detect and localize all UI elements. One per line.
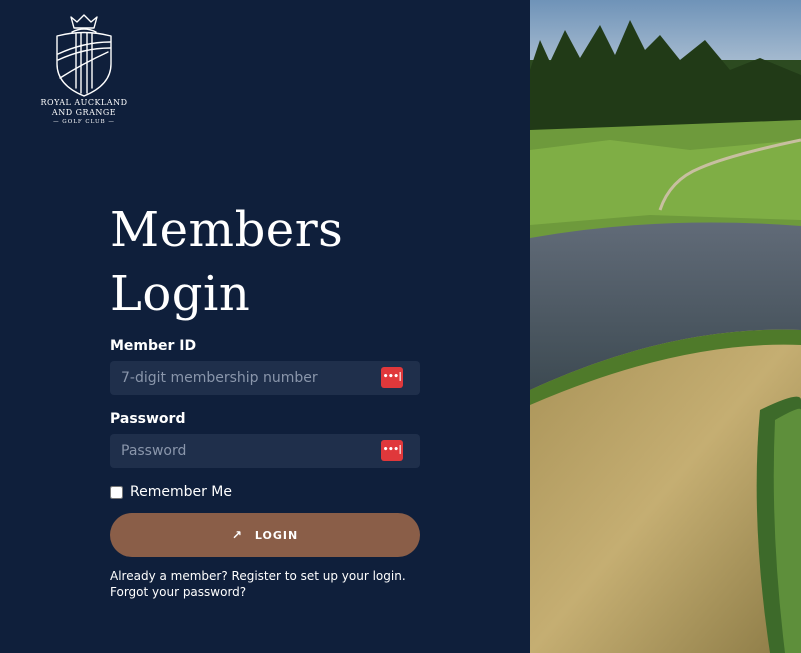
password-field-wrapper: •••|	[110, 434, 420, 468]
help-links: Already a member? Register to set up you…	[110, 568, 406, 600]
logo-text-line1: ROYAL AUCKLAND	[40, 98, 128, 107]
login-button[interactable]: ↗ LOGIN	[110, 513, 420, 557]
golf-course-image	[530, 0, 801, 653]
member-id-label: Member ID	[110, 338, 197, 354]
page-title-line1: Members	[110, 202, 344, 258]
remember-me-label: Remember Me	[130, 484, 232, 500]
password-input[interactable]	[110, 434, 381, 468]
password-manager-icon[interactable]: •••|	[381, 440, 403, 461]
page-title: Members Login	[110, 198, 343, 326]
login-button-label: LOGIN	[254, 528, 299, 542]
page-title-line2: Login	[110, 266, 251, 322]
password-label: Password	[110, 411, 186, 427]
member-id-field-wrapper: •••|	[110, 361, 420, 395]
password-manager-icon[interactable]: •••|	[381, 367, 403, 388]
remember-me-checkbox[interactable]	[110, 485, 123, 499]
member-id-input[interactable]	[110, 361, 381, 395]
remember-me[interactable]: Remember Me	[110, 484, 232, 500]
logo-text-line3: — GOLF CLUB —	[53, 119, 115, 125]
crest-icon	[56, 14, 112, 97]
login-panel: ROYAL AUCKLAND AND GRANGE — GOLF CLUB — …	[0, 0, 530, 653]
login-page: ROYAL AUCKLAND AND GRANGE — GOLF CLUB — …	[0, 0, 801, 653]
register-link[interactable]: Already a member? Register to set up you…	[110, 568, 406, 584]
golf-course-photo	[530, 0, 801, 653]
club-logo[interactable]: ROYAL AUCKLAND AND GRANGE — GOLF CLUB —	[36, 12, 132, 125]
logo-text-line2: AND GRANGE	[51, 108, 117, 117]
arrow-up-right-icon: ↗	[231, 528, 243, 542]
forgot-password-link[interactable]: Forgot your password?	[110, 584, 406, 600]
